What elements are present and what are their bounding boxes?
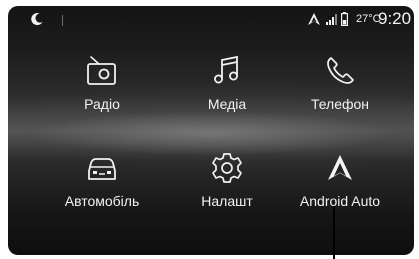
infotainment-screen: 27°C 9:20 Радіо Медіа Телефон Автомобіль… [8, 6, 414, 255]
status-divider [62, 15, 63, 26]
android-auto-icon [308, 13, 320, 25]
radio-icon [87, 56, 116, 85]
app-tile-android-auto[interactable]: Android Auto [270, 151, 410, 211]
moon-icon[interactable] [30, 12, 44, 26]
temperature-readout: 27°C [356, 13, 381, 25]
clock: 9:20 [378, 9, 412, 28]
music-note-icon [214, 55, 238, 84]
app-tile-radio[interactable]: Радіо [32, 54, 172, 114]
app-tile-phone[interactable]: Телефон [270, 54, 410, 114]
app-label-phone: Телефон [310, 96, 370, 112]
app-label-android-auto: Android Auto [299, 193, 381, 209]
app-tile-vehicle[interactable]: Автомобіль [32, 151, 172, 211]
callout-line [333, 206, 335, 259]
gear-icon [212, 153, 242, 183]
battery-icon [341, 12, 348, 26]
app-label-vehicle: Автомобіль [64, 193, 140, 209]
android-auto-icon [328, 155, 352, 180]
signal-icon [326, 14, 337, 25]
phone-icon [327, 57, 354, 84]
app-label-radio: Радіо [84, 96, 120, 112]
car-icon [88, 158, 116, 180]
status-bar: 27°C 9:20 [8, 6, 414, 32]
